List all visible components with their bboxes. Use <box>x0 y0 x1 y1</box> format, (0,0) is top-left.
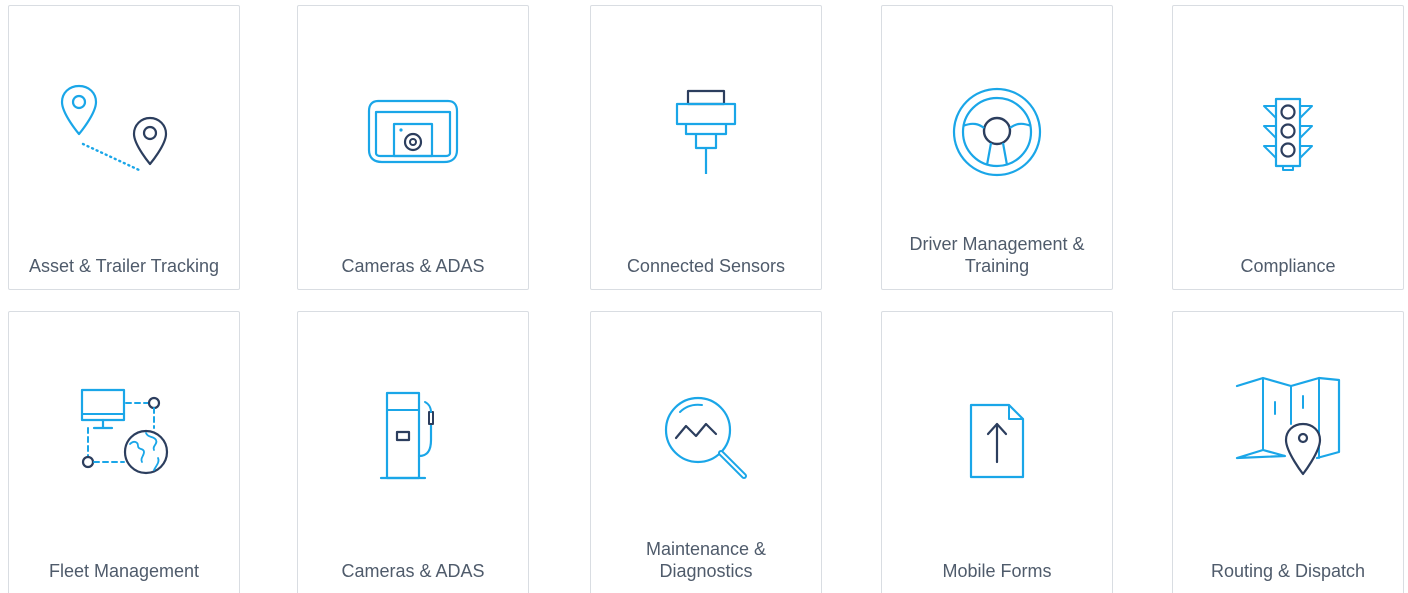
traffic-light-icon <box>1258 96 1318 172</box>
magnifier-chart-icon <box>658 390 754 486</box>
card-label: Routing & Dispatch <box>1210 561 1366 581</box>
card-fleet-management[interactable]: Fleet Management <box>8 311 240 593</box>
map-pins-icon <box>59 78 189 188</box>
card-label: Asset & Trailer Tracking <box>28 256 220 276</box>
card-label: Cameras & ADAS <box>341 561 485 581</box>
card-asset-trailer-tracking[interactable]: Asset & Trailer Tracking <box>8 5 240 290</box>
document-upload-icon <box>967 402 1027 480</box>
card-cameras-adas[interactable]: Cameras & ADAS <box>297 5 529 290</box>
card-driver-management-training[interactable]: Driver Management & Training <box>881 5 1113 290</box>
monitor-globe-icon <box>74 386 174 476</box>
card-connected-sensors[interactable]: Connected Sensors <box>590 5 822 290</box>
card-cameras-adas-fuel[interactable]: Cameras & ADAS <box>297 311 529 593</box>
card-label: Cameras & ADAS <box>341 256 485 276</box>
card-label: Fleet Management <box>48 561 200 581</box>
sensor-connector-icon <box>674 88 738 178</box>
card-label: Maintenance & Diagnostics <box>645 539 767 581</box>
card-mobile-forms[interactable]: Mobile Forms <box>881 311 1113 593</box>
solutions-grid: Asset & Trailer Tracking Cameras & ADAS <box>0 0 1408 593</box>
card-label: Compliance <box>1240 256 1336 276</box>
card-label: Connected Sensors <box>626 256 786 276</box>
card-label: Mobile Forms <box>942 561 1052 581</box>
card-maintenance-diagnostics[interactable]: Maintenance & Diagnostics <box>590 311 822 593</box>
card-compliance[interactable]: Compliance <box>1172 5 1404 290</box>
steering-wheel-icon <box>951 86 1043 178</box>
fuel-pump-icon <box>373 390 453 482</box>
card-label: Driver Management & Training <box>909 234 1085 276</box>
card-routing-dispatch[interactable]: Routing & Dispatch <box>1172 311 1404 593</box>
dashcam-icon <box>366 98 460 166</box>
folded-map-pin-icon <box>1233 374 1343 480</box>
